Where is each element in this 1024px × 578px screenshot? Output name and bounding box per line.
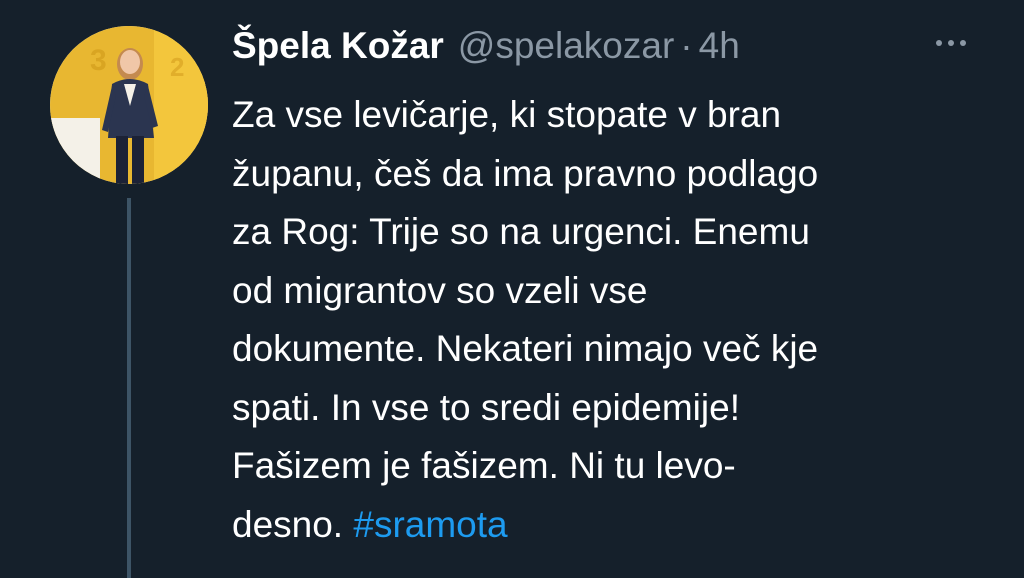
- tweet-text-line: Fašizem je fašizem. Ni tu levo-: [232, 445, 736, 486]
- tweet-text-line: spati. In vse to sredi epidemije!: [232, 386, 740, 428]
- tweet-text-line: za Rog: Trije so na urgenci. Enemu: [232, 211, 810, 252]
- more-dots-icon: [948, 40, 954, 46]
- svg-text:3: 3: [90, 44, 107, 77]
- tweet-text-line: županu, češ da ima pravno podlago: [232, 152, 819, 194]
- timestamp[interactable]: 4h: [699, 25, 740, 67]
- user-handle[interactable]: @spelakozar: [458, 25, 675, 67]
- avatar-photo-icon: 3 2: [50, 26, 208, 184]
- tweet-header: Špela Kožar @spelakozar · 4h: [232, 20, 740, 72]
- profile-avatar[interactable]: 3 2: [50, 26, 208, 184]
- more-dots-icon: [960, 40, 966, 46]
- thread-connector-line: [127, 198, 131, 578]
- display-name[interactable]: Špela Kožar: [232, 25, 444, 67]
- tweet-text-last-line: desno. #sramota: [232, 496, 992, 555]
- more-dots-icon: [936, 40, 942, 46]
- more-options-button[interactable]: [928, 28, 974, 58]
- tweet-text-fragment: desno.: [232, 503, 354, 545]
- separator-dot: ·: [680, 25, 693, 66]
- hashtag-link[interactable]: #sramota: [353, 504, 507, 545]
- tweet-text-line: od migrantov so vzeli vse: [232, 269, 648, 311]
- tweet-text: Za vse levičarje, ki stopate v bran župa…: [232, 86, 992, 554]
- tweet-text-line: dokumente. Nekateri nimajo več kje: [232, 328, 819, 369]
- tweet[interactable]: 3 2 Špela Kožar @spelakozar · 4h Za vse …: [0, 0, 1024, 578]
- tweet-text-line: Za vse levičarje, ki stopate v bran: [232, 94, 782, 135]
- svg-text:2: 2: [170, 52, 184, 82]
